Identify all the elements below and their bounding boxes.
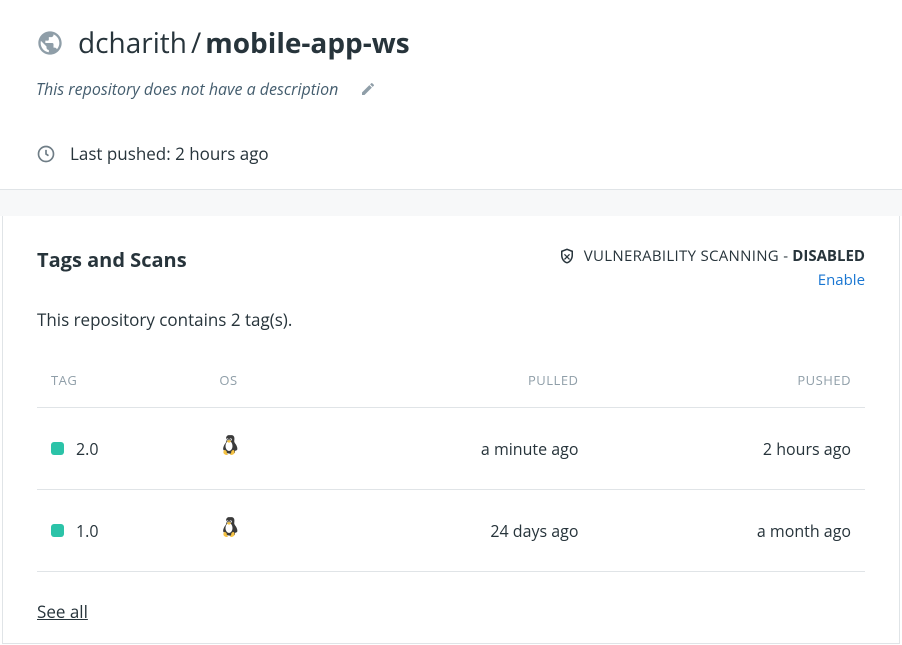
vulnerability-column: VULNERABILITY SCANNING - DISABLED Enable (558, 246, 865, 290)
description-row: This repository does not have a descript… (36, 78, 866, 100)
tags-scans-panel: Tags and Scans VULNERABILITY SCANNING - … (2, 216, 900, 644)
col-pushed: PUSHED (592, 359, 865, 408)
pushed-cell: a month ago (592, 490, 865, 572)
description-placeholder: This repository does not have a descript… (36, 78, 338, 100)
enable-scanning-link[interactable]: Enable (818, 270, 865, 290)
section-divider (0, 189, 902, 216)
last-pushed-row: Last pushed: 2 hours ago (36, 142, 866, 165)
repo-title: dcharith/mobile-app-ws (78, 24, 410, 62)
repo-owner[interactable]: dcharith (78, 24, 187, 62)
tag-count-text: This repository contains 2 tag(s). (37, 308, 865, 331)
tag-cell: 2.0 (51, 438, 191, 460)
clock-icon (36, 144, 56, 164)
tag-name[interactable]: 2.0 (76, 438, 99, 460)
edit-description-icon[interactable] (360, 81, 376, 97)
tag-cell: 1.0 (51, 520, 191, 542)
repo-name[interactable]: mobile-app-ws (205, 24, 409, 62)
tag-status-dot (51, 442, 64, 455)
pulled-cell: a minute ago (312, 408, 592, 490)
col-pulled: PULLED (312, 359, 592, 408)
vuln-state: DISABLED (792, 246, 865, 266)
table-row[interactable]: 2.0 a minute ago 2 h (37, 408, 865, 490)
linux-icon (219, 434, 239, 458)
tags-title: Tags and Scans (37, 246, 187, 273)
globe-icon (36, 29, 64, 57)
vulnerability-status: VULNERABILITY SCANNING - DISABLED (558, 246, 865, 266)
tag-status-dot (51, 524, 64, 537)
tags-table: TAG OS PULLED PUSHED 2.0 (37, 359, 865, 572)
tag-name[interactable]: 1.0 (76, 520, 99, 542)
table-row[interactable]: 1.0 24 days ago a mo (37, 490, 865, 572)
shield-icon (558, 247, 576, 265)
see-all-link[interactable]: See all (37, 600, 88, 623)
linux-icon (219, 516, 239, 540)
col-os: OS (205, 359, 312, 408)
table-header-row: TAG OS PULLED PUSHED (37, 359, 865, 408)
col-tag: TAG (37, 359, 205, 408)
pulled-cell: 24 days ago (312, 490, 592, 572)
repo-header: dcharith/mobile-app-ws This repository d… (0, 0, 902, 189)
tags-header-row: Tags and Scans VULNERABILITY SCANNING - … (37, 246, 865, 290)
last-pushed-text: Last pushed: 2 hours ago (70, 142, 269, 165)
title-row: dcharith/mobile-app-ws (36, 24, 866, 62)
title-slash: / (191, 24, 201, 62)
vuln-label: VULNERABILITY SCANNING - DISABLED (584, 246, 865, 266)
pushed-cell: 2 hours ago (592, 408, 865, 490)
